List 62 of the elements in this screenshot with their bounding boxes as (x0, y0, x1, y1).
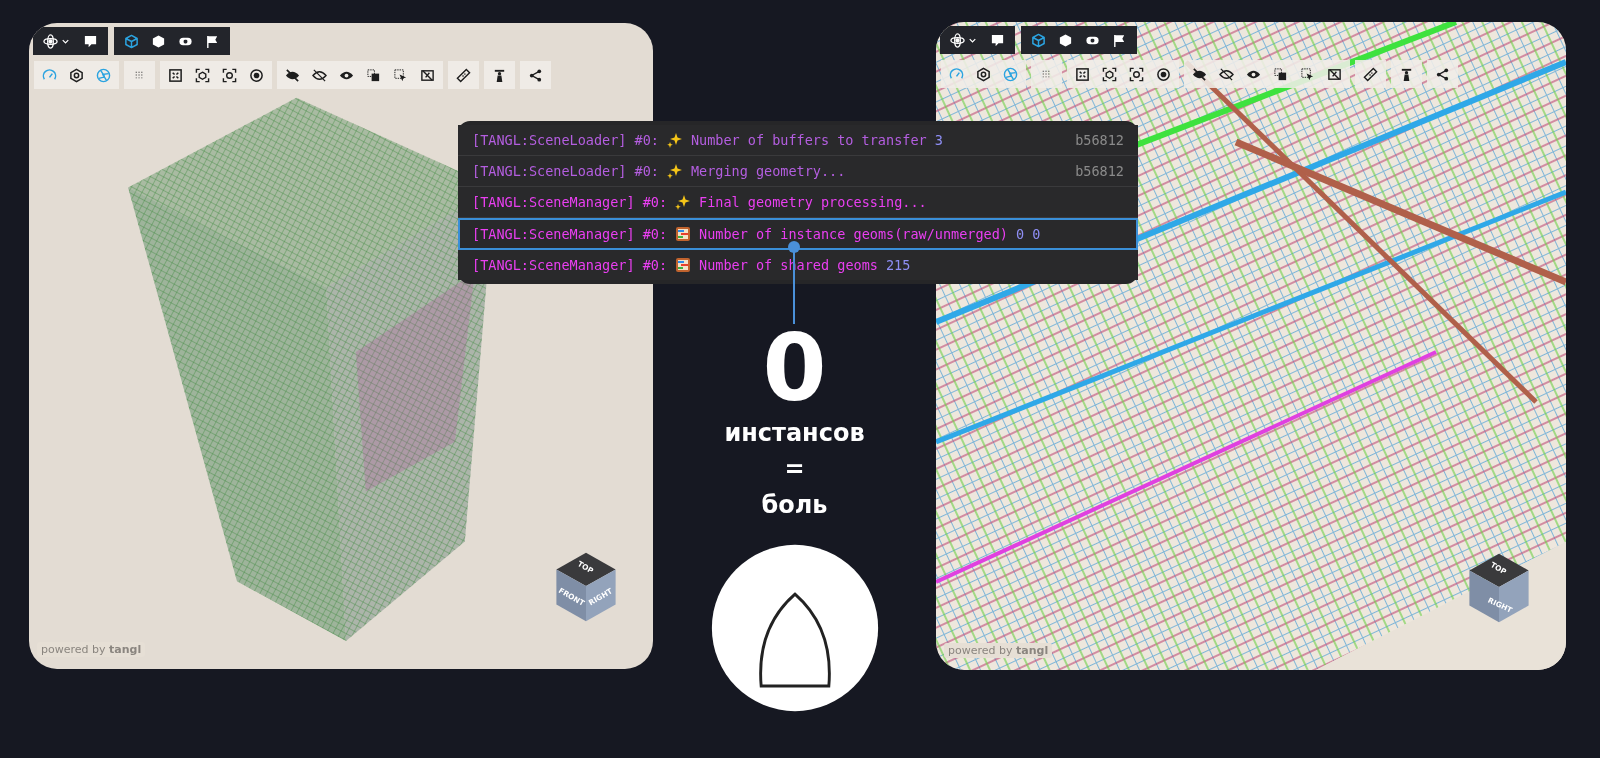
aperture-icon (96, 67, 111, 83)
box-x-icon (1327, 66, 1342, 82)
comment-icon (990, 32, 1005, 48)
person-icon (492, 67, 507, 83)
log-message: Number of buffers to transfer (690, 132, 927, 148)
log-source: [TANGL:SceneLoader] #0: (472, 163, 659, 179)
focus-cube-icon (195, 67, 210, 83)
log-source: [TANGL:SceneManager] #0: (472, 257, 668, 273)
select-icon (393, 67, 408, 83)
headline-caption: инстансов (724, 418, 865, 449)
powered-by-label: powered by tangl (944, 643, 1053, 658)
flag-icon (205, 33, 220, 49)
focus-cube-icon (1102, 66, 1117, 82)
comment-icon (83, 33, 98, 49)
eye-off-icon (1192, 66, 1207, 82)
box-x-icon (420, 67, 435, 83)
solid-cube-icon (151, 33, 166, 49)
target-icon (249, 67, 264, 83)
log-value: 3 (934, 132, 943, 148)
fit-view-icon (168, 67, 183, 83)
eye-off-icon (285, 67, 300, 83)
fit-view-icon (1075, 66, 1090, 82)
person-icon (1399, 66, 1414, 82)
abacus-icon (675, 257, 692, 273)
select-icon (1300, 66, 1315, 82)
share-icon (528, 67, 543, 83)
headline-number: 0 (762, 323, 827, 415)
sparkles-icon (675, 194, 692, 210)
cube-icon (124, 33, 139, 49)
log-source: [TANGL:SceneLoader] #0: (472, 132, 659, 148)
log-source: [TANGL:SceneManager] #0: (472, 194, 668, 210)
log-file-link[interactable]: b56812 (1075, 132, 1124, 148)
sparkles-icon (666, 132, 683, 148)
focus-gear-icon (222, 67, 237, 83)
headline-result: боль (761, 490, 828, 521)
solid-cube-icon (1058, 32, 1073, 48)
focus-gear-icon (1129, 66, 1144, 82)
eye-off-outline-icon (312, 67, 327, 83)
ruler-icon (1363, 66, 1378, 82)
abacus-icon (675, 226, 692, 242)
log-message: Merging geometry... (690, 163, 846, 179)
share-icon (1435, 66, 1450, 82)
orbit-icon (950, 32, 965, 48)
target-icon (1156, 66, 1171, 82)
log-value: 215 (885, 257, 911, 273)
hexagon-icon (976, 66, 991, 82)
flag-icon (1112, 32, 1127, 48)
sparkles-icon (666, 163, 683, 179)
log-file-link[interactable]: b56812 (1075, 163, 1124, 179)
log-source: [TANGL:SceneManager] #0: (472, 226, 668, 242)
log-message: Number of instance geoms(raw/unmerged) (699, 226, 1008, 242)
eye-off-outline-icon (1219, 66, 1234, 82)
log-message: Final geometry processing... (699, 194, 927, 210)
orbit-icon (43, 33, 58, 49)
cube-icon (1031, 32, 1046, 48)
log-value: 0 0 (1015, 226, 1041, 242)
hexagon-icon (69, 67, 84, 83)
equals-sign: = (784, 454, 805, 485)
aperture-icon (1003, 66, 1018, 82)
copy-icon (366, 67, 381, 83)
ruler-icon (456, 67, 471, 83)
copy-icon (1273, 66, 1288, 82)
